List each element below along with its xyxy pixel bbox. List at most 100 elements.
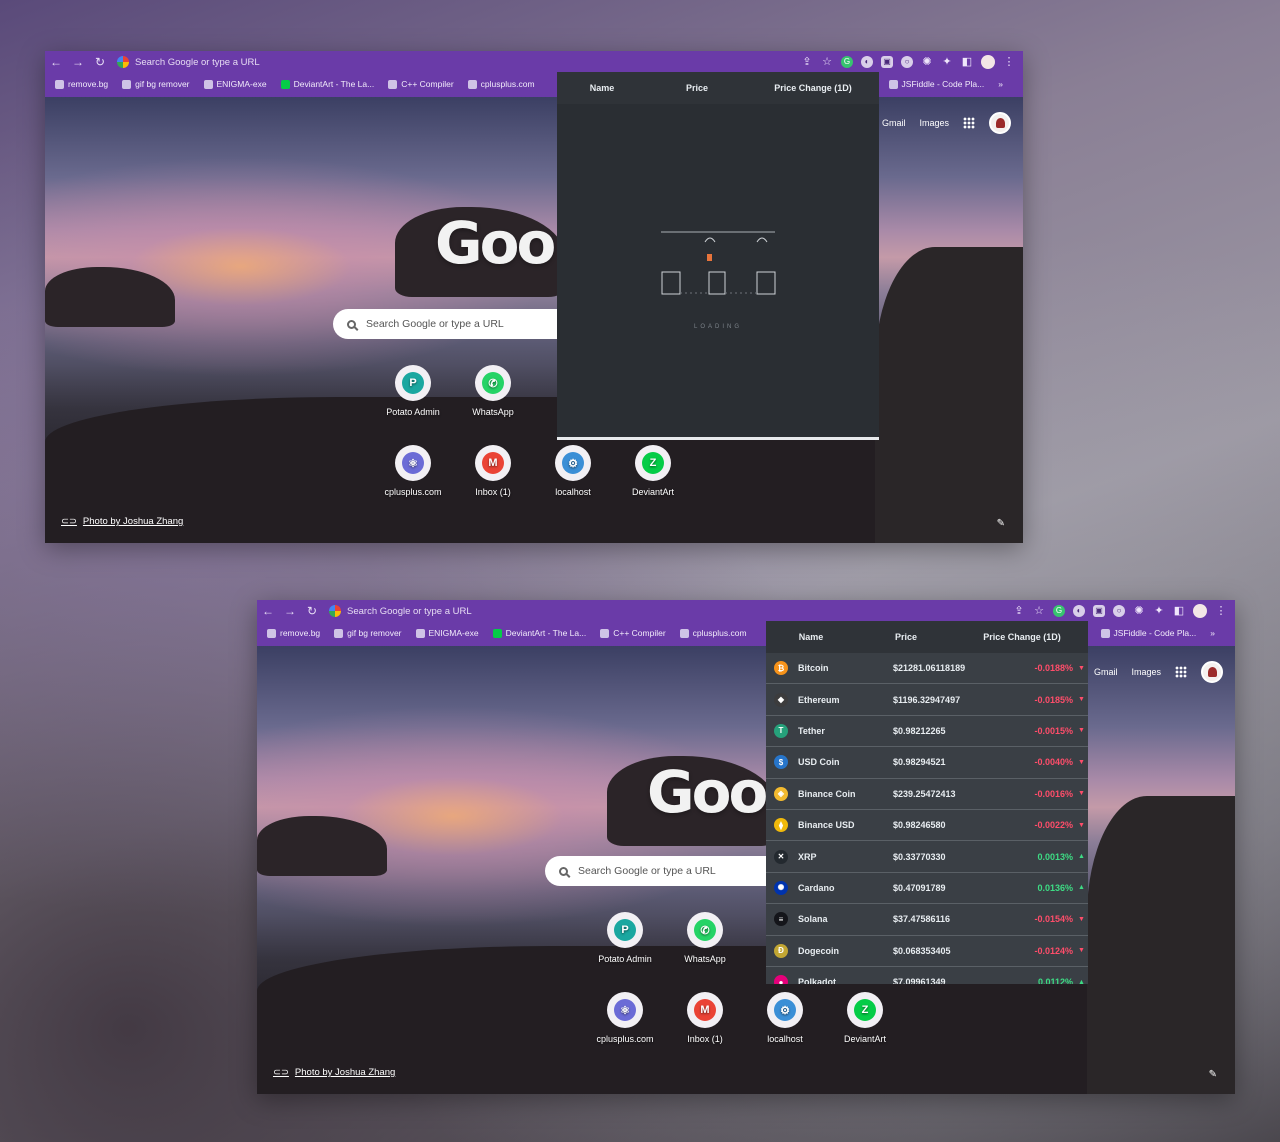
bookmark[interactable]: DeviantArt - The La... — [492, 628, 586, 638]
arrow-up-icon: ▲ — [1078, 978, 1085, 984]
forward-icon[interactable]: → — [279, 604, 301, 618]
bookmark[interactable]: remove.bg — [55, 79, 108, 89]
images-link[interactable]: Images — [1131, 667, 1161, 677]
shortcut-tile[interactable]: ✆ WhatsApp — [665, 912, 745, 964]
bookmark[interactable]: cplusplus.com — [679, 628, 747, 638]
image-icon — [122, 79, 132, 89]
photo-credit-link[interactable]: ⊂⊃ Photo by Joshua Zhang — [273, 1067, 395, 1078]
coin-name: Solana — [798, 914, 828, 925]
bookmark-star-icon[interactable]: ☆ — [821, 56, 833, 68]
profile-avatar-icon[interactable] — [981, 55, 995, 69]
bookmark[interactable]: cplusplus.com — [467, 79, 535, 89]
bookmark[interactable]: ENIGMA-exe — [415, 628, 479, 638]
bookmark[interactable]: JSFiddle - Code Pla... — [1100, 628, 1196, 638]
potato-admin-icon: P — [607, 912, 643, 948]
gmail-link[interactable]: Gmail — [882, 118, 906, 128]
shortcut-tile[interactable]: P Potato Admin — [585, 912, 665, 964]
account-avatar[interactable] — [989, 112, 1011, 134]
coin-row[interactable]: ✺ Cardano $0.47091789 0.0136% ▲ — [766, 872, 1088, 905]
omnibox[interactable]: Search Google or type a URL — [135, 57, 801, 68]
shortcut-tile[interactable]: ⚙ localhost — [745, 992, 825, 1044]
coin-price-change: -0.0188% — [1034, 663, 1073, 674]
column-name-header: Name — [589, 83, 615, 93]
grammarly-extension-icon[interactable]: G — [1053, 605, 1065, 617]
extension-icon[interactable]: ▣ — [1093, 605, 1105, 617]
omnibox[interactable]: Search Google or type a URL — [347, 606, 1013, 617]
coin-row[interactable]: ◈ Binance Coin $239.25472413 -0.0016% ▼ — [766, 778, 1088, 810]
ntp-search-box[interactable]: Search Google or type a URL — [333, 309, 573, 339]
menu-dots-icon[interactable]: ⋮ — [1215, 605, 1227, 617]
sidepanel-icon[interactable]: ◧ — [961, 56, 973, 68]
bookmark-star-icon[interactable]: ☆ — [1033, 605, 1045, 617]
search-placeholder: Search Google or type a URL — [578, 865, 716, 877]
bookmark[interactable]: DeviantArt - The La... — [280, 79, 374, 89]
account-avatar[interactable] — [1201, 661, 1223, 683]
coin-row[interactable]: ₿ Bitcoin $21281.06118189 -0.0188% ▼ — [766, 653, 1088, 685]
back-icon[interactable]: ← — [257, 604, 279, 618]
shortcut-tile[interactable]: M Inbox (1) — [453, 445, 533, 497]
coin-row[interactable]: ✕ XRP $0.33770330 0.0013% ▲ — [766, 841, 1088, 873]
coin-price: $0.98212265 — [893, 725, 946, 736]
extension-icon[interactable]: ○ — [901, 56, 913, 68]
coin-row[interactable]: ≡ Solana $37.47586116 -0.0154% ▼ — [766, 904, 1088, 936]
bookmark[interactable]: C++ Compiler — [600, 628, 666, 638]
arrow-down-icon: ▼ — [1078, 947, 1085, 955]
shortcut-tile[interactable]: ✆ WhatsApp — [453, 365, 533, 417]
coin-row[interactable]: ⧫ Binance USD $0.98246580 -0.0022% ▼ — [766, 809, 1088, 842]
gmail-link[interactable]: Gmail — [1094, 667, 1118, 677]
extension-icon[interactable]: ◐ — [861, 56, 873, 68]
more-bookmarks-button[interactable]: » — [1210, 628, 1215, 638]
ntp-search-box[interactable]: Search Google or type a URL — [545, 856, 785, 886]
shortcut-tile[interactable]: ⚛ cplusplus.com — [585, 992, 665, 1044]
reload-icon[interactable]: ↻ — [89, 55, 111, 69]
share-icon[interactable]: ⇪ — [801, 56, 813, 68]
more-bookmarks-button[interactable]: » — [998, 79, 1003, 89]
coin-row[interactable]: Ð Dogecoin $0.068353405 -0.0124% ▼ — [766, 935, 1088, 967]
shortcut-tile[interactable]: ⚛ cplusplus.com — [373, 445, 453, 497]
loading-text: LOADING — [693, 324, 742, 330]
puzzle-icon[interactable]: ✦ — [1153, 605, 1165, 617]
shortcut-tile[interactable]: Z DeviantArt — [825, 992, 905, 1044]
bookmark[interactable]: gif bg remover — [334, 628, 402, 638]
coin-name: USD Coin — [798, 757, 840, 768]
reload-icon[interactable]: ↻ — [301, 604, 323, 618]
coin-price: $0.47091789 — [893, 882, 946, 893]
coin-row[interactable]: $ USD Coin $0.98294521 -0.0040% ▼ — [766, 747, 1088, 779]
sidepanel-icon[interactable]: ◧ — [1173, 605, 1185, 617]
coin-row[interactable]: ● Polkadot $7.09961349 0.0112% ▲ — [766, 966, 1088, 984]
bookmark[interactable]: JSFiddle - Code Pla... — [888, 79, 984, 89]
bookmark[interactable]: ENIGMA-exe — [203, 79, 267, 89]
bookmark[interactable]: remove.bg — [267, 628, 320, 638]
shortcut-tile[interactable]: ⚙ localhost — [533, 445, 613, 497]
tether-icon: T — [774, 723, 788, 738]
crypto-extension-icon[interactable]: ✺ — [921, 56, 933, 68]
back-icon[interactable]: ← — [45, 55, 67, 69]
arrow-down-icon: ▼ — [1078, 790, 1085, 798]
crypto-extension-icon[interactable]: ✺ — [1133, 605, 1145, 617]
photo-credit-link[interactable]: ⊂⊃ Photo by Joshua Zhang — [61, 516, 183, 527]
apps-grid-icon[interactable] — [963, 117, 975, 129]
coin-row[interactable]: T Tether $0.98212265 -0.0015% ▼ — [766, 715, 1088, 748]
shortcut-tile[interactable]: M Inbox (1) — [665, 992, 745, 1044]
puzzle-icon[interactable]: ✦ — [941, 56, 953, 68]
shortcut-tile[interactable]: P Potato Admin — [373, 365, 453, 417]
profile-avatar-icon[interactable] — [1193, 604, 1207, 618]
background-rock — [1087, 796, 1235, 1094]
forward-icon[interactable]: → — [67, 55, 89, 69]
bookmark[interactable]: C++ Compiler — [388, 79, 454, 89]
menu-dots-icon[interactable]: ⋮ — [1003, 56, 1015, 68]
extension-icon[interactable]: ◐ — [1073, 605, 1085, 617]
extension-icon[interactable]: ○ — [1113, 605, 1125, 617]
shortcut-tile[interactable]: Z DeviantArt — [613, 445, 693, 497]
share-icon[interactable]: ⇪ — [1013, 605, 1025, 617]
coin-price: $37.47586116 — [893, 914, 951, 925]
customize-pencil-icon[interactable]: ✎ — [1209, 1069, 1217, 1080]
extension-icon[interactable]: ▣ — [881, 56, 893, 68]
customize-pencil-icon[interactable]: ✎ — [997, 518, 1005, 529]
apps-grid-icon[interactable] — [1175, 666, 1187, 678]
images-link[interactable]: Images — [919, 118, 949, 128]
coin-row[interactable]: ◆ Ethereum $1196.32947497 -0.0185% ▼ — [766, 684, 1088, 716]
grammarly-extension-icon[interactable]: G — [841, 56, 853, 68]
coin-price: $0.068353405 — [893, 945, 951, 956]
bookmark[interactable]: gif bg remover — [122, 79, 190, 89]
